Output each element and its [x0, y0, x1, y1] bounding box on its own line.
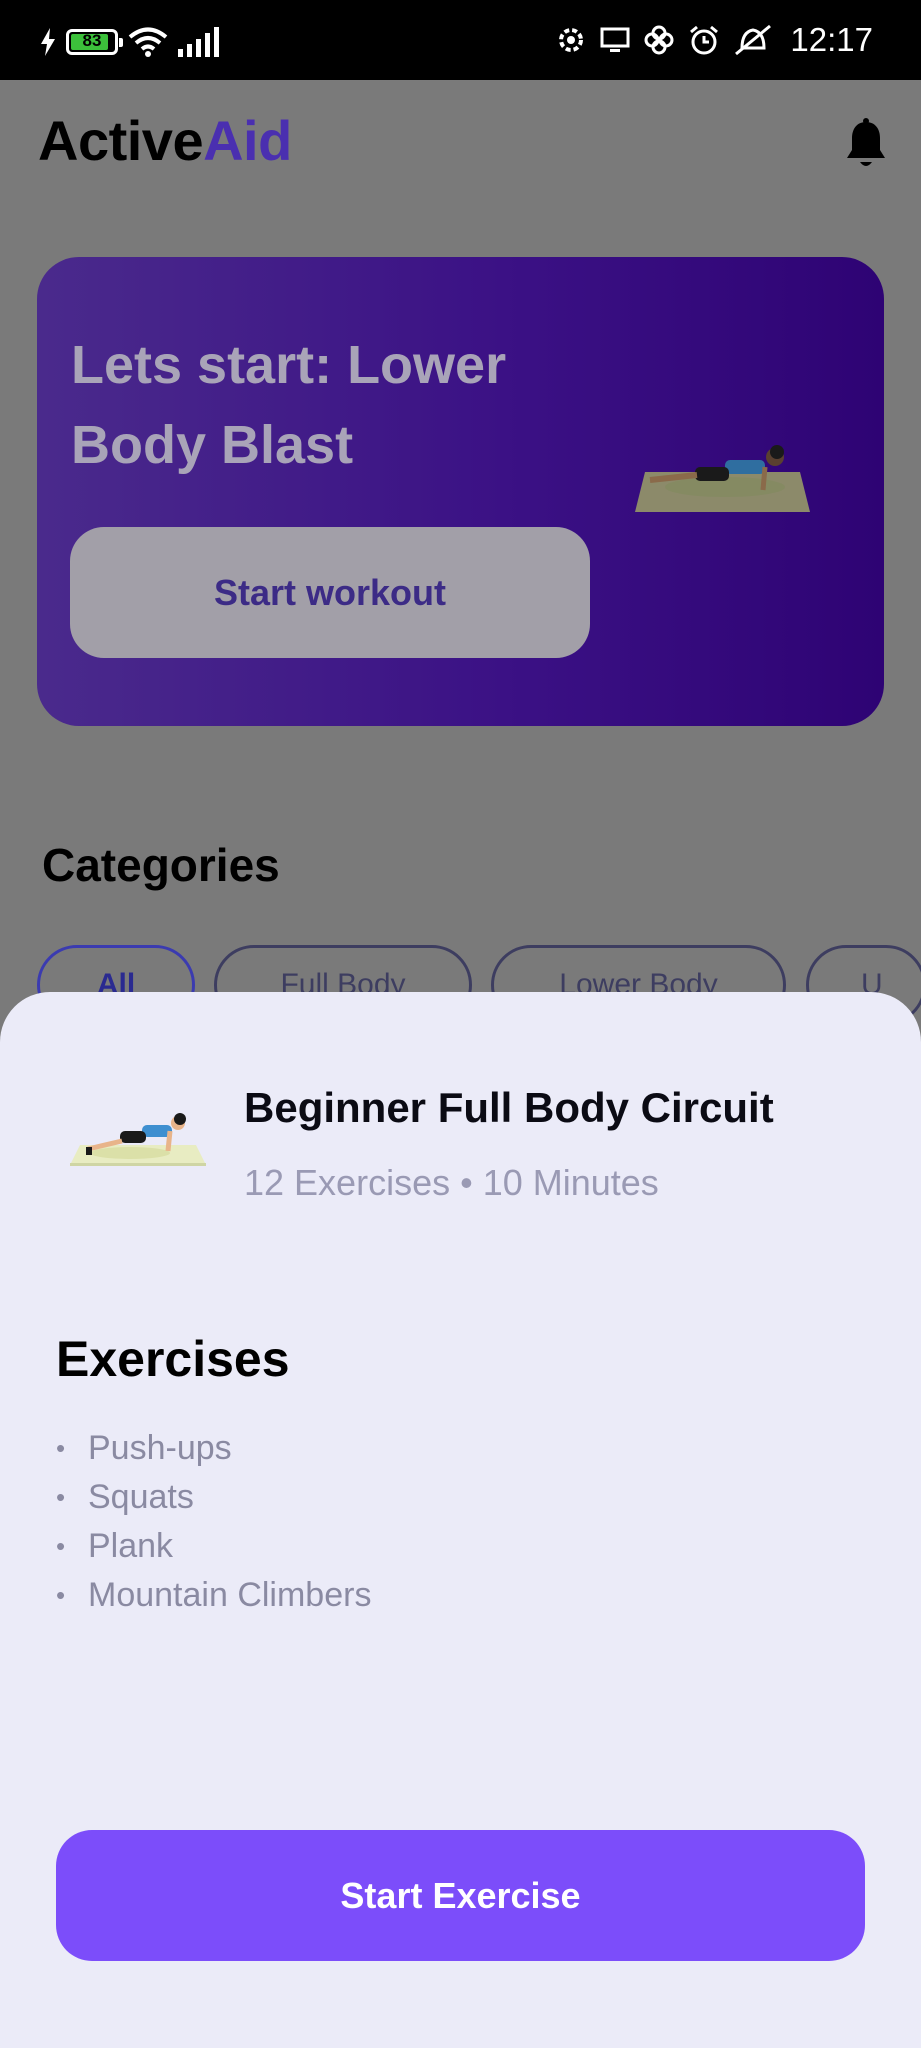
bell-icon[interactable] [842, 118, 890, 170]
categories-title: Categories [42, 839, 280, 891]
list-item: Squats [56, 1473, 371, 1522]
status-bar-left: 83 [40, 22, 220, 62]
app-title: ActiveAid [38, 108, 292, 173]
workout-illustration [635, 445, 810, 512]
alarm-icon [690, 25, 719, 55]
workout-detail-sheet: Beginner Full Body Circuit 12 Exercises … [0, 992, 921, 2048]
clock: 12:17 [790, 21, 873, 58]
exercise-list: Push-ups Squats Plank Mountain Climbers [56, 1424, 371, 1620]
list-item: Mountain Climbers [56, 1571, 371, 1620]
settings-icon [559, 28, 584, 52]
list-item: Plank [56, 1522, 371, 1571]
banner-title: Lets start: Lower Body Blast [71, 335, 507, 475]
alarm-off-icon [735, 24, 772, 56]
status-bar-right: 12:17 [556, 18, 873, 62]
wifi-icon [128, 27, 168, 57]
battery-icon: 83 [66, 29, 123, 55]
battery-level: 83 [82, 31, 102, 50]
start-exercise-button[interactable]: Start Exercise [56, 1830, 865, 1961]
status-bar: 83 12:17 [0, 0, 921, 80]
app-title-part2: Aid [203, 109, 292, 172]
workout-title: Beginner Full Body Circuit [244, 1084, 774, 1131]
list-item: Push-ups [56, 1424, 371, 1473]
app-title-part1: Active [38, 109, 204, 172]
screen-cast-icon [600, 27, 630, 52]
workout-meta: 12 Exercises • 10 Minutes [244, 1162, 659, 1203]
workout-thumbnail [70, 1113, 206, 1166]
exercises-heading: Exercises [56, 1331, 290, 1387]
fan-icon [644, 25, 674, 55]
start-workout-button[interactable]: Start workout [70, 527, 590, 658]
charging-icon [41, 28, 55, 56]
featured-workout-banner: Lets start: Lower Body Blast Start worko… [37, 257, 884, 726]
signal-icon [178, 27, 219, 57]
